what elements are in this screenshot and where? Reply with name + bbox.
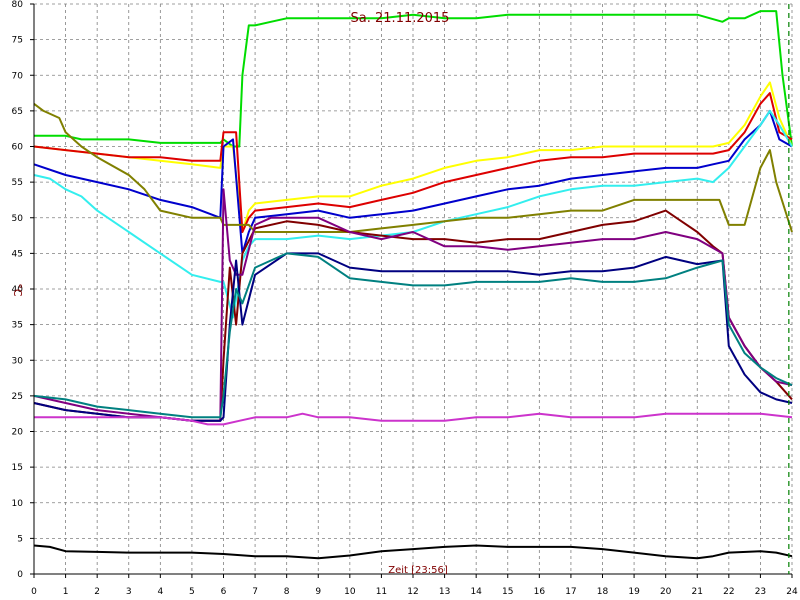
x-tick-label: 1 xyxy=(63,587,69,597)
chart-background xyxy=(0,0,800,600)
x-tick-label: 19 xyxy=(628,587,640,597)
y-tick-label: 5 xyxy=(17,534,23,544)
x-tick-label: 5 xyxy=(189,587,195,597)
x-tick-label: 0 xyxy=(31,587,37,597)
x-tick-label: 10 xyxy=(344,587,356,597)
y-tick-label: 15 xyxy=(12,463,23,473)
y-tick-label: 35 xyxy=(12,321,23,331)
y-tick-label: 75 xyxy=(12,36,23,46)
x-tick-label: 11 xyxy=(376,587,387,597)
x-tick-label: 24 xyxy=(786,587,798,597)
y-tick-label: 50 xyxy=(12,214,24,224)
x-tick-label: 6 xyxy=(221,587,227,597)
x-tick-label: 17 xyxy=(565,587,576,597)
y-tick-label: 25 xyxy=(12,392,23,402)
x-tick-label: 9 xyxy=(315,587,321,597)
y-axis-label: °C xyxy=(11,283,24,297)
y-tick-label: 65 xyxy=(12,107,23,117)
y-tick-label: 30 xyxy=(12,356,24,366)
x-tick-label: 13 xyxy=(439,587,450,597)
x-axis-label: Zeit [23:56] xyxy=(388,565,448,576)
chart-title: Sa. 21.11.2015 xyxy=(351,11,450,26)
x-tick-label: 22 xyxy=(723,587,734,597)
x-tick-label: 21 xyxy=(692,587,703,597)
line-chart: 0 1 2 3 4 5 6 7 8 9 10 11 12 13 14 15 16 17 18 19 20 21 22 23 24… xyxy=(0,0,800,600)
x-tick-label: 23 xyxy=(755,587,766,597)
y-tick-label: 10 xyxy=(12,499,24,509)
x-tick-label: 18 xyxy=(597,587,609,597)
x-tick-label: 14 xyxy=(470,587,482,597)
y-tick-label: 60 xyxy=(12,143,24,153)
x-tick-label: 4 xyxy=(157,587,163,597)
y-tick-label: 55 xyxy=(12,178,23,188)
y-tick-label: 20 xyxy=(12,428,24,438)
y-tick-label: 80 xyxy=(12,0,24,10)
y-tick-label: 0 xyxy=(17,570,23,580)
x-tick-label: 20 xyxy=(660,587,672,597)
x-tick-label: 7 xyxy=(252,587,258,597)
x-tick-label: 2 xyxy=(94,587,100,597)
x-tick-label: 15 xyxy=(502,587,513,597)
x-tick-label: 16 xyxy=(534,587,546,597)
x-tick-label: 12 xyxy=(407,587,418,597)
x-tick-label: 8 xyxy=(284,587,290,597)
x-tick-label: 3 xyxy=(126,587,132,597)
y-tick-label: 70 xyxy=(12,71,24,81)
y-tick-label: 45 xyxy=(12,249,23,259)
